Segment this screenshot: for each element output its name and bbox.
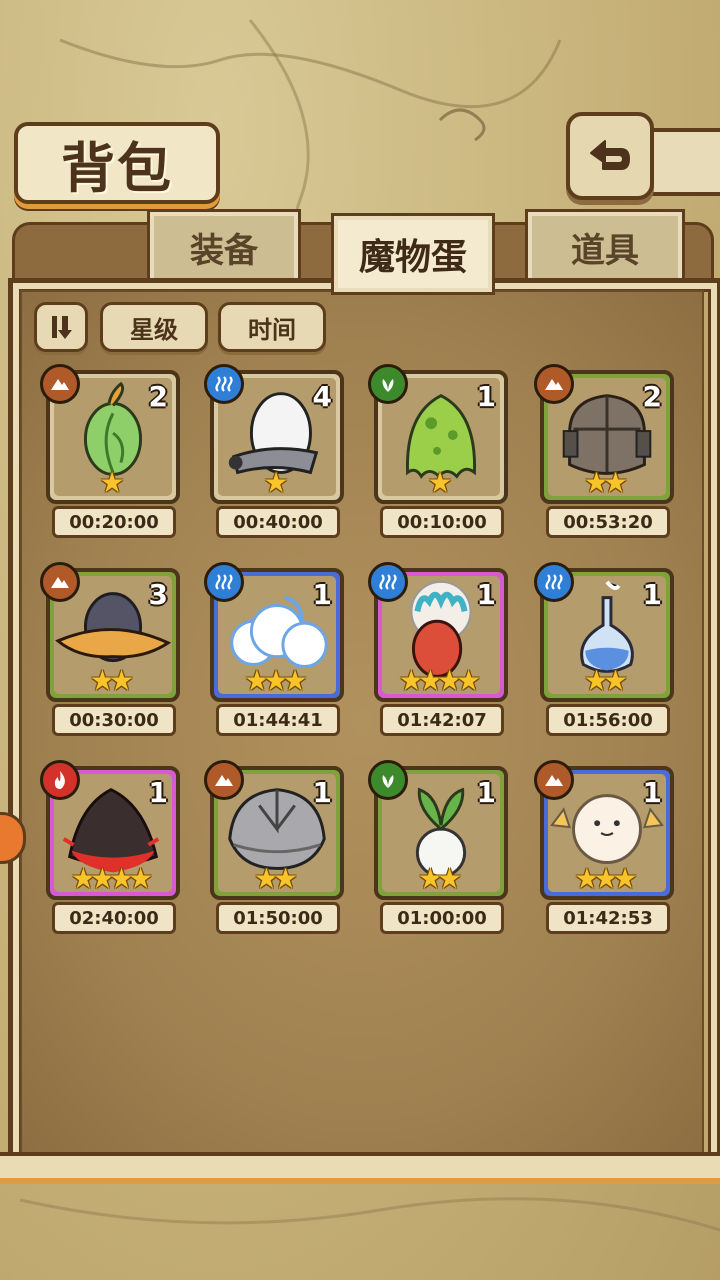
- star-icon: ★: [437, 862, 463, 895]
- element-water-icon: [534, 562, 574, 602]
- hatch-timer: 01:42:53: [546, 902, 670, 934]
- element-earth-icon: [534, 364, 574, 404]
- element-earth-icon: [40, 562, 80, 602]
- sort-order-button[interactable]: [34, 302, 88, 352]
- element-earth-icon: [204, 760, 244, 800]
- star-icon: ★: [282, 664, 308, 697]
- title-plate: 背包: [14, 122, 220, 204]
- hatch-timer: 00:53:20: [546, 506, 670, 538]
- egg-count: 1: [476, 380, 496, 413]
- hatch-timer: 01:56:00: [546, 704, 670, 736]
- egg-card[interactable]: 2 ★★ 00:53:20: [534, 364, 674, 538]
- star-rating: ★: [210, 466, 342, 499]
- star-rating: ★★: [540, 466, 672, 499]
- tab-items[interactable]: 道具: [525, 209, 685, 285]
- egg-card[interactable]: 4 ★ 00:40:00: [204, 364, 344, 538]
- star-icon: ★: [427, 466, 453, 499]
- egg-card[interactable]: 1 ★★ 01:56:00: [534, 562, 674, 736]
- hatch-timer: 01:00:00: [380, 902, 504, 934]
- hatch-timer: 00:10:00: [380, 506, 504, 538]
- back-button[interactable]: [566, 112, 654, 200]
- star-icon: ★: [99, 466, 125, 499]
- egg-card[interactable]: 1 ★★ 01:50:00: [204, 760, 344, 934]
- page-title: 背包: [61, 136, 173, 200]
- star-rating: ★: [374, 466, 506, 499]
- egg-count: 1: [148, 776, 168, 809]
- element-water-icon: [368, 562, 408, 602]
- egg-card[interactable]: 2 ★ 00:20:00: [40, 364, 180, 538]
- sort-by-star-label: 星级: [130, 315, 178, 344]
- hatch-timer: 01:42:07: [380, 704, 504, 736]
- egg-card[interactable]: 1 ★★★ 01:42:53: [534, 760, 674, 934]
- element-wood-icon: [368, 760, 408, 800]
- star-rating: ★★★: [210, 664, 342, 697]
- hatch-timer: 02:40:00: [52, 902, 176, 934]
- egg-card[interactable]: 3 ★★ 00:30:00: [40, 562, 180, 736]
- egg-count: 1: [642, 578, 662, 611]
- star-icon: ★: [612, 862, 638, 895]
- star-rating: ★: [46, 466, 178, 499]
- star-icon: ★: [109, 664, 135, 697]
- tab-equipment[interactable]: 装备: [147, 209, 301, 285]
- sort-by-star-button[interactable]: 星级: [100, 302, 208, 352]
- star-rating: ★★: [46, 664, 178, 697]
- egg-count: 2: [148, 380, 168, 413]
- star-icon: ★: [273, 862, 299, 895]
- star-rating: ★★★★: [46, 862, 178, 895]
- egg-count: 1: [476, 578, 496, 611]
- egg-card[interactable]: 1 ★★ 01:00:00: [368, 760, 508, 934]
- hatch-timer: 00:40:00: [216, 506, 340, 538]
- element-water-icon: [204, 562, 244, 602]
- star-icon: ★: [603, 664, 629, 697]
- element-wood-icon: [368, 364, 408, 404]
- star-rating: ★★: [374, 862, 506, 895]
- back-bar: [644, 128, 720, 196]
- egg-card[interactable]: 1 ★★★ 01:44:41: [204, 562, 344, 736]
- star-rating: ★★★★: [374, 664, 506, 697]
- hatch-timer: 01:50:00: [216, 902, 340, 934]
- egg-count: 4: [312, 380, 332, 413]
- sort-by-time-label: 时间: [248, 315, 296, 344]
- bottom-trim: [0, 1178, 720, 1184]
- tab-equipment-label: 装备: [190, 230, 258, 271]
- star-icon: ★: [128, 862, 154, 895]
- hatch-timer: 01:44:41: [216, 704, 340, 736]
- element-earth-icon: [40, 364, 80, 404]
- star-rating: ★★★: [540, 862, 672, 895]
- egg-card[interactable]: 1 ★ 00:10:00: [368, 364, 508, 538]
- element-fire-icon: [40, 760, 80, 800]
- egg-count: 1: [476, 776, 496, 809]
- star-icon: ★: [603, 466, 629, 499]
- egg-card[interactable]: 1 ★★★★ 02:40:00: [40, 760, 180, 934]
- sort-order-icon: [52, 316, 72, 339]
- egg-count: 1: [642, 776, 662, 809]
- star-rating: ★★: [540, 664, 672, 697]
- egg-count: 2: [642, 380, 662, 413]
- tab-monster-eggs-label: 魔物蛋: [358, 237, 467, 278]
- hatch-timer: 00:30:00: [52, 704, 176, 736]
- egg-card[interactable]: 1 ★★★★ 01:42:07: [368, 562, 508, 736]
- sort-by-time-button[interactable]: 时间: [218, 302, 326, 352]
- star-icon: ★: [263, 466, 289, 499]
- hatch-timer: 00:20:00: [52, 506, 176, 538]
- star-rating: ★★: [210, 862, 342, 895]
- back-arrow-icon: [590, 140, 630, 170]
- egg-count: 1: [312, 578, 332, 611]
- tab-monster-eggs[interactable]: 魔物蛋: [331, 213, 495, 295]
- element-water-icon: [204, 364, 244, 404]
- egg-count: 3: [148, 578, 168, 611]
- egg-count: 1: [312, 776, 332, 809]
- tab-items-label: 道具: [571, 230, 639, 271]
- element-earth-icon: [534, 760, 574, 800]
- star-icon: ★: [456, 664, 482, 697]
